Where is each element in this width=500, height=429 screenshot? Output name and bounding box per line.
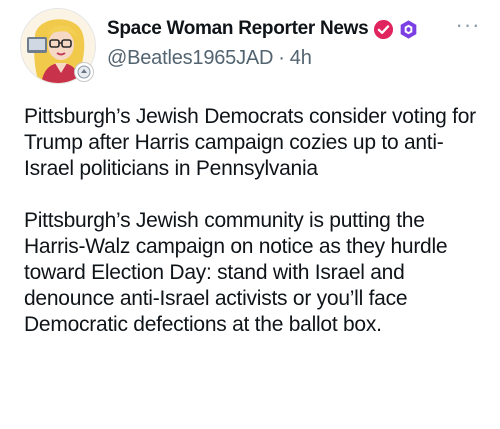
author-meta-row: @Beatles1965JAD · 4h [107, 47, 450, 70]
post-body: Pittsburgh’s Jewish Democrats consider v… [24, 104, 486, 338]
more-options-button[interactable]: ··· [454, 12, 482, 37]
post-timestamp[interactable]: 4h [290, 47, 312, 69]
time-separator: · [278, 47, 285, 69]
post: Space Woman Reporter News @Beatles1965JA… [0, 0, 500, 429]
author-display-name[interactable]: Space Woman Reporter News [107, 18, 369, 40]
post-paragraph: Pittsburgh’s Jewish community is putting… [24, 209, 448, 336]
author-name-row: Space Woman Reporter News [107, 16, 450, 42]
hexagon-badge-icon [398, 19, 419, 40]
post-header: Space Woman Reporter News @Beatles1965JA… [107, 16, 450, 70]
post-headline: Pittsburgh’s Jewish Democrats consider v… [24, 105, 476, 180]
author-handle[interactable]: @Beatles1965JAD [107, 47, 273, 69]
verified-check-icon [373, 19, 394, 40]
avatar-affiliation-badge [74, 62, 94, 82]
